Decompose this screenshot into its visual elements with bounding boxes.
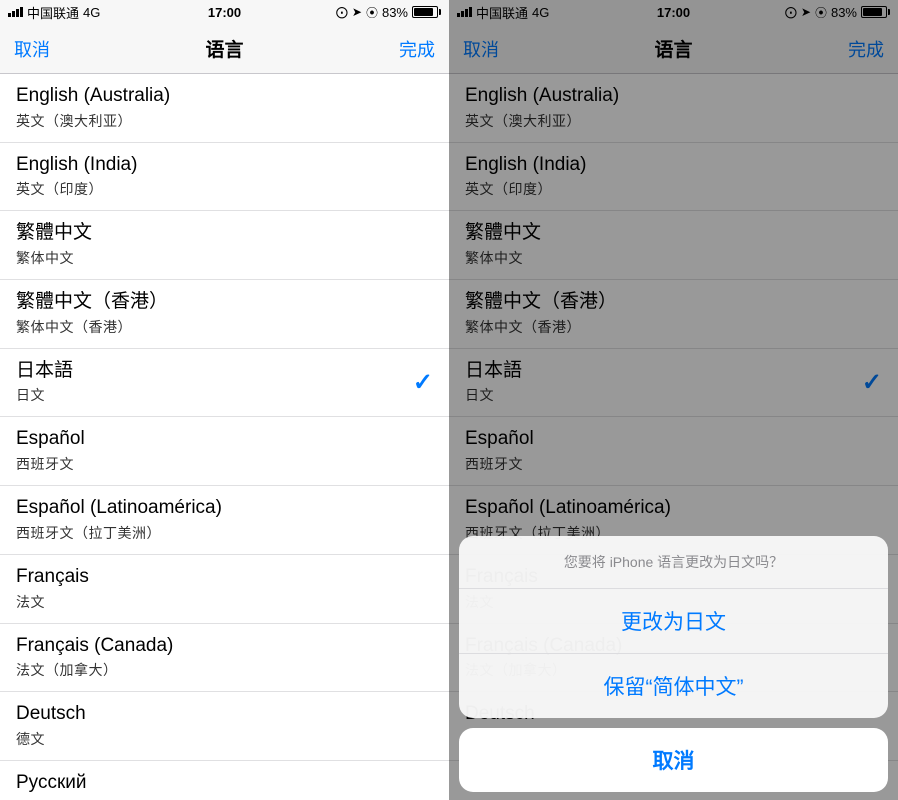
language-row[interactable]: Español (Latinoamérica)西班牙文（拉丁美洲） (0, 486, 449, 555)
language-row[interactable]: English (Australia)英文（澳大利亚） (0, 74, 449, 143)
language-row[interactable]: 日本語日文 ✓ (0, 349, 449, 418)
checkmark-icon: ✓ (413, 368, 433, 397)
nav-bar: 取消 语言 完成 (0, 24, 449, 74)
language-subtitle: 西班牙文 (16, 454, 85, 474)
language-list[interactable]: English (Australia)英文（澳大利亚）English (Indi… (0, 74, 449, 800)
language-subtitle: 西班牙文（拉丁美洲） (16, 523, 222, 543)
alarm-icon: ⦿ (366, 4, 378, 21)
signal-icon (8, 7, 23, 17)
change-language-button[interactable]: 更改为日文 (459, 589, 888, 654)
language-subtitle: 法文（加拿大） (16, 660, 173, 680)
location-icon: ➤ (352, 5, 362, 19)
battery-percent: 83% (382, 5, 408, 20)
language-name: Español (16, 427, 85, 452)
sheet-cancel-button[interactable]: 取消 (459, 728, 888, 792)
language-subtitle: 繁体中文 (16, 248, 92, 268)
cancel-button[interactable]: 取消 (14, 36, 50, 62)
language-name: 繁體中文（香港） (16, 290, 168, 315)
carrier-label: 中国联通 (27, 3, 79, 22)
language-name: English (Australia) (16, 84, 170, 109)
language-name: Español (Latinoamérica) (16, 496, 222, 521)
network-label: 4G (83, 5, 100, 20)
language-subtitle: 日文 (16, 385, 73, 405)
keep-language-button[interactable]: 保留“简体中文” (459, 654, 888, 718)
language-row[interactable]: Français法文 (0, 555, 449, 624)
action-sheet: 您要将 iPhone 语言更改为日文吗？ 更改为日文 保留“简体中文” 取消 (459, 536, 888, 792)
done-button[interactable]: 完成 (399, 36, 435, 62)
language-name: 日本語 (16, 359, 73, 384)
language-row[interactable]: English (India)英文（印度） (0, 143, 449, 212)
language-name: 繁體中文 (16, 221, 92, 246)
rotation-lock-icon: ⨀ (336, 5, 348, 19)
language-subtitle: 英文（澳大利亚） (16, 111, 170, 131)
battery-icon (412, 6, 441, 18)
language-name: Français (16, 565, 89, 590)
language-name: Français (Canada) (16, 634, 173, 659)
language-subtitle: 法文 (16, 592, 89, 612)
language-subtitle: 繁体中文（香港） (16, 317, 168, 337)
screen-confirm-sheet: 中国联通 4G 17:00 ⨀ ➤ ⦿ 83% 取消 语言 完成 (449, 0, 898, 800)
language-row[interactable]: 繁體中文繁体中文 (0, 211, 449, 280)
language-row[interactable]: Español西班牙文 (0, 417, 449, 486)
page-title: 语言 (0, 35, 449, 62)
language-row[interactable]: Русский (0, 761, 449, 800)
language-subtitle: 德文 (16, 729, 86, 749)
language-name: Deutsch (16, 702, 86, 727)
language-name: Русский (16, 771, 87, 796)
language-name: English (India) (16, 153, 137, 178)
language-row[interactable]: Français (Canada)法文（加拿大） (0, 624, 449, 693)
screen-language-list: 中国联通 4G 17:00 ⨀ ➤ ⦿ 83% 取消 语言 完成 English… (0, 0, 449, 800)
status-bar: 中国联通 4G 17:00 ⨀ ➤ ⦿ 83% (0, 0, 449, 24)
language-row[interactable]: Deutsch德文 (0, 692, 449, 761)
language-row[interactable]: 繁體中文（香港）繁体中文（香港） (0, 280, 449, 349)
language-subtitle: 英文（印度） (16, 179, 137, 199)
sheet-message: 您要将 iPhone 语言更改为日文吗？ (459, 536, 888, 589)
